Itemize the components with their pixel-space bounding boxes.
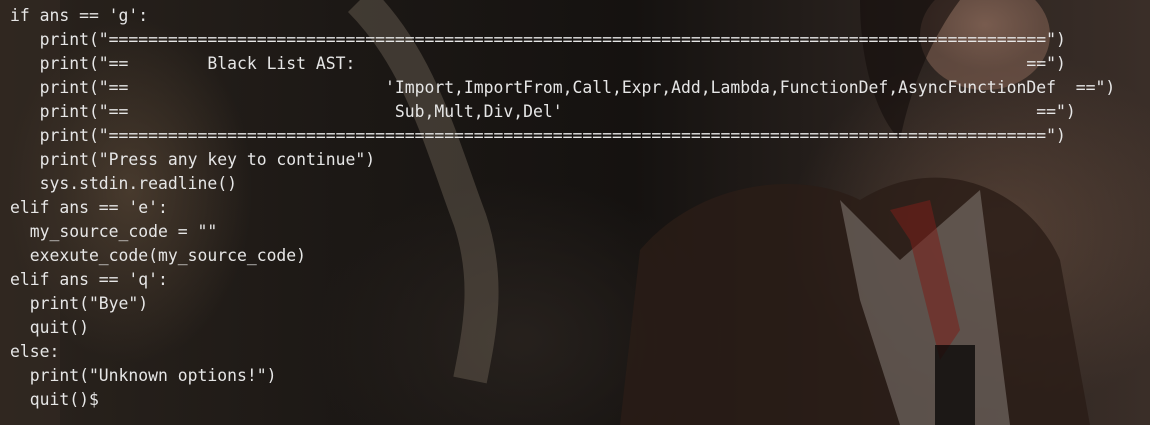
code-line: quit()$: [10, 390, 99, 409]
terminal-window[interactable]: if ans == 'g': print("==================…: [0, 0, 1150, 425]
code-line: elif ans == 'e':: [10, 198, 168, 217]
code-line: print("=================================…: [10, 30, 1066, 49]
code-output[interactable]: if ans == 'g': print("==================…: [10, 4, 1115, 412]
code-line: print("Bye"): [10, 294, 149, 313]
code-line: elif ans == 'q':: [10, 270, 168, 289]
code-line: print("== 'Import,ImportFrom,Call,Expr,A…: [10, 78, 1116, 97]
code-line: quit(): [10, 318, 89, 337]
code-line: print("Unknown options!"): [10, 366, 277, 385]
code-line: print("Press any key to continue"): [10, 150, 376, 169]
code-line: if ans == 'g':: [10, 6, 149, 25]
code-line: exexute_code(my_source_code): [10, 246, 307, 265]
code-line: sys.stdin.readline(): [10, 174, 237, 193]
code-line: else:: [10, 342, 60, 361]
code-line: print("== Black List AST: =="): [10, 54, 1066, 73]
code-line: print("== Sub,Mult,Div,Del' =="): [10, 102, 1076, 121]
code-line: print("=================================…: [10, 126, 1066, 145]
code-line: my_source_code = "": [10, 222, 218, 241]
